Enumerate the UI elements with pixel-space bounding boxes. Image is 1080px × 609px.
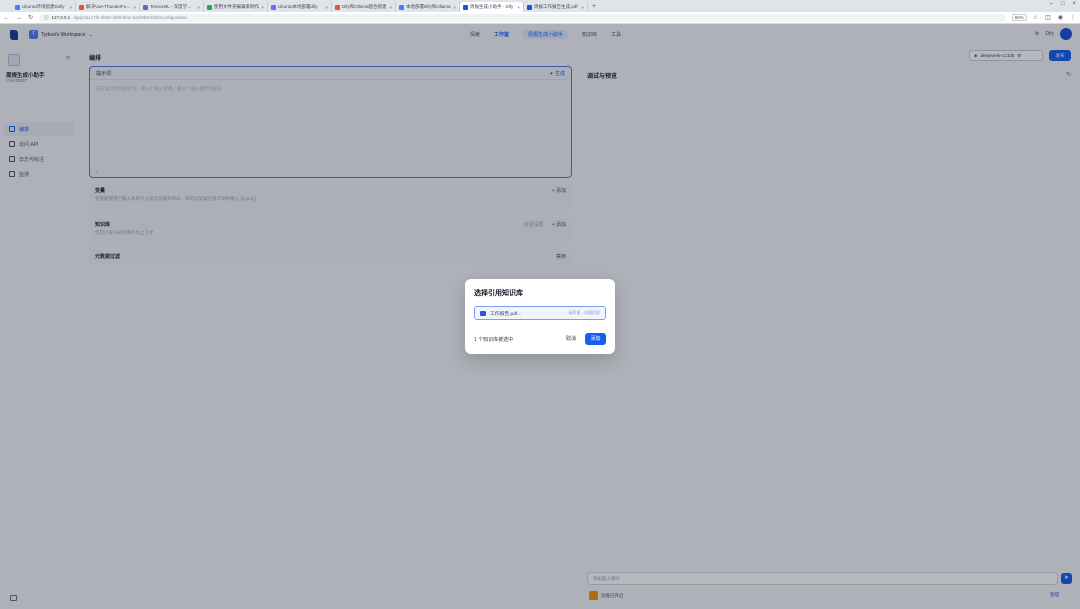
- knowledge-item-name: 工作报告.pdf...: [490, 311, 522, 317]
- tab-favicon-icon: [335, 4, 340, 10]
- browser-tab[interactable]: Dify和Ollama配合搭建 ×: [332, 2, 396, 12]
- tab-favicon-icon: [399, 4, 404, 10]
- menu-icon[interactable]: ⋮: [1070, 14, 1076, 21]
- browser-tab[interactable]: TensorML - 深度学习工具×: [140, 2, 204, 12]
- tab-favicon-icon: [143, 4, 148, 10]
- zoom-level[interactable]: 90%: [1011, 14, 1027, 21]
- window-controls: – □ ×: [1050, 1, 1076, 7]
- minimize-icon[interactable]: –: [1050, 1, 1053, 7]
- tab-favicon-icon: [527, 4, 532, 10]
- close-icon[interactable]: ×: [389, 5, 392, 10]
- tab-favicon-icon: [15, 4, 20, 10]
- tab-favicon-icon: [207, 4, 212, 10]
- browser-tab[interactable]: 周报工作报告生成.pdf ×: [524, 2, 588, 12]
- address-bar: ← → ↻ ⓘ 127.0.0.1/app/2a1c7f3-4b8e-4b9f-…: [0, 12, 1080, 24]
- url-input[interactable]: ⓘ 127.0.0.1/app/2a1c7f3-4b8e-4b9f-9f4c-b…: [39, 13, 1006, 22]
- browser-tab-active[interactable]: 周报生成小助手 · Dify ×: [460, 2, 524, 12]
- star-icon[interactable]: ☆: [1033, 14, 1038, 21]
- close-icon[interactable]: ×: [197, 5, 200, 10]
- tab-favicon-icon: [463, 4, 468, 10]
- close-icon[interactable]: ×: [325, 5, 328, 10]
- close-window-icon[interactable]: ×: [1072, 1, 1076, 7]
- browser-tab-bar: Ubuntu环境搭建Dolly × 解决Vue-ThunderFolder × Te…: [0, 0, 1080, 12]
- cancel-button[interactable]: 取消: [563, 333, 579, 345]
- modal-title: 选择引用知识库: [474, 290, 523, 297]
- profile-icon[interactable]: ◉: [1058, 14, 1063, 21]
- close-icon[interactable]: ×: [517, 5, 520, 10]
- tab-favicon-icon: [271, 4, 276, 10]
- extensions-icon[interactable]: ◫: [1045, 14, 1051, 21]
- close-icon[interactable]: ×: [133, 5, 136, 10]
- browser-tab[interactable]: Ubuntu环境搭建Dolly ×: [12, 2, 76, 12]
- browser-tab[interactable]: Ubuntu本地部署dify ×: [268, 2, 332, 12]
- maximize-icon[interactable]: □: [1061, 1, 1065, 7]
- select-knowledge-modal: 选择引用知识库 工作报告.pdf... 高质量 · 向量检索 1 个知识库被选中…: [465, 279, 615, 354]
- knowledge-item-meta: 高质量 · 向量检索: [568, 310, 600, 315]
- reload-icon[interactable]: ↻: [28, 14, 33, 21]
- forward-icon[interactable]: →: [16, 15, 22, 21]
- new-tab-button[interactable]: +: [588, 2, 600, 12]
- info-icon: ⓘ: [44, 14, 49, 20]
- close-icon[interactable]: ×: [581, 5, 584, 10]
- browser-tab[interactable]: 使用文件夹编辑来制作 ×: [204, 2, 268, 12]
- browser-tab[interactable]: 本地部署Dify和Ollama ×: [396, 2, 460, 12]
- close-icon[interactable]: ×: [261, 5, 264, 10]
- close-icon[interactable]: ×: [453, 5, 456, 10]
- folder-icon: [480, 310, 486, 316]
- selected-count: 1 个知识库被选中: [474, 337, 514, 343]
- back-icon[interactable]: ←: [4, 15, 10, 21]
- close-icon[interactable]: ×: [69, 5, 72, 10]
- browser-tab[interactable]: 解决Vue-ThunderFolder ×: [76, 2, 140, 12]
- add-button[interactable]: 添加: [585, 333, 606, 345]
- tab-favicon-icon: [79, 4, 84, 10]
- knowledge-item[interactable]: 工作报告.pdf... 高质量 · 向量检索: [474, 306, 606, 320]
